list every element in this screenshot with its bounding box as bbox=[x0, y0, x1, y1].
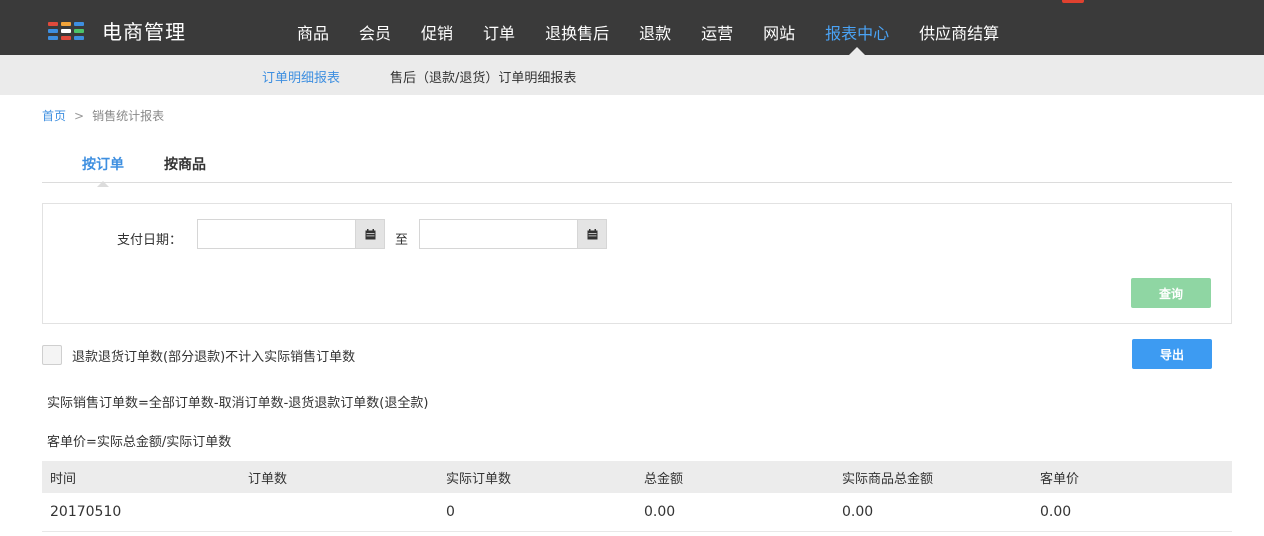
table-header: 时间 订单数 实际订单数 总金额 实际商品总金额 客单价 bbox=[42, 461, 1232, 493]
end-date-field bbox=[419, 219, 607, 249]
breadcrumb-current: 销售统计报表 bbox=[92, 109, 165, 123]
nav-item-refunds[interactable]: 退款 bbox=[624, 0, 686, 55]
table-row: 20170510 0 0.00 0.00 0.00 bbox=[42, 493, 1232, 532]
query-button[interactable]: 查询 bbox=[1131, 278, 1211, 308]
subnav-order-detail-report[interactable]: 订单明细报表 bbox=[262, 67, 340, 86]
sub-nav: 订单明细报表 售后（退款/退货）订单明细报表 bbox=[0, 55, 1264, 95]
end-date-input[interactable] bbox=[420, 220, 577, 248]
date-range-to-label: 至 bbox=[395, 233, 409, 248]
nav-item-goods[interactable]: 商品 bbox=[282, 0, 344, 55]
exclude-refunds-label: 退款退货订单数(部分退款)不计入实际销售订单数 bbox=[72, 349, 356, 365]
exclude-refunds-checkbox[interactable] bbox=[42, 345, 62, 365]
breadcrumb-home[interactable]: 首页 bbox=[42, 109, 66, 123]
calendar-icon[interactable] bbox=[355, 220, 384, 248]
breadcrumb: 首页 > 销售统计报表 bbox=[42, 107, 164, 124]
cell-actual-orders: 0 bbox=[446, 504, 455, 520]
cell-order-count bbox=[240, 493, 438, 531]
calendar-icon[interactable] bbox=[577, 220, 606, 248]
app-logo[interactable]: 电商管理 bbox=[48, 16, 186, 45]
payment-date-label: 支付日期： bbox=[117, 233, 183, 248]
column-header-unit-price: 客单价 bbox=[1040, 471, 1080, 487]
app-title: 电商管理 bbox=[102, 20, 186, 44]
nav-item-operations[interactable]: 运营 bbox=[686, 0, 748, 55]
report-table: 时间 订单数 实际订单数 总金额 实际商品总金额 客单价 20170510 0 … bbox=[42, 461, 1232, 532]
column-header-time: 时间 bbox=[50, 471, 77, 487]
cell-unit-price: 0.00 bbox=[1040, 504, 1072, 520]
formula-actual-orders: 实际销售订单数=全部订单数-取消订单数-退货退款订单数(退全款) bbox=[47, 396, 429, 411]
nav-item-orders[interactable]: 订单 bbox=[468, 0, 530, 55]
formula-unit-price: 客单价=实际总金额/实际订单数 bbox=[47, 435, 232, 450]
cell-total-amount: 0.00 bbox=[644, 504, 676, 520]
tab-by-product[interactable]: 按商品 bbox=[164, 154, 206, 174]
filter-panel: 支付日期： 至 查询 bbox=[42, 203, 1232, 324]
cell-actual-goods-amount: 0.00 bbox=[842, 504, 874, 520]
start-date-field bbox=[197, 219, 385, 249]
nav-item-members[interactable]: 会员 bbox=[344, 0, 406, 55]
tab-by-order[interactable]: 按订单 bbox=[82, 154, 124, 187]
nav-item-after-sales[interactable]: 退换售后 bbox=[530, 0, 624, 55]
top-bar: 电商管理 商品 会员 促销 订单 退换售后 退款 运营 网站 报表中心 供应商结… bbox=[0, 0, 1264, 55]
column-header-order-count: 订单数 bbox=[248, 471, 288, 487]
report-tabs: 按订单 按商品 bbox=[42, 142, 1232, 187]
exclude-refunds-option: 退款退货订单数(部分退款)不计入实际销售订单数 bbox=[42, 345, 355, 365]
app-grid-icon bbox=[48, 20, 86, 42]
nav-item-supplier-settlement[interactable]: 供应商结算 bbox=[904, 0, 1014, 55]
column-header-actual-orders: 实际订单数 bbox=[446, 471, 512, 487]
cell-time: 20170510 bbox=[50, 504, 122, 520]
start-date-input[interactable] bbox=[198, 220, 355, 248]
subnav-after-sales-report[interactable]: 售后（退款/退货）订单明细报表 bbox=[390, 67, 576, 86]
column-header-actual-goods-amount: 实际商品总金额 bbox=[842, 471, 934, 487]
main-nav: 商品 会员 促销 订单 退换售后 退款 运营 网站 报表中心 供应商结算 bbox=[282, 0, 1014, 55]
nav-item-website[interactable]: 网站 bbox=[748, 0, 810, 55]
export-button[interactable]: 导出 bbox=[1132, 339, 1212, 369]
nav-item-reports[interactable]: 报表中心 bbox=[810, 0, 904, 55]
breadcrumb-separator: > bbox=[74, 109, 85, 123]
nav-item-promotions[interactable]: 促销 bbox=[406, 0, 468, 55]
notification-badge[interactable] bbox=[1062, 0, 1084, 3]
column-header-total-amount: 总金额 bbox=[644, 471, 684, 487]
